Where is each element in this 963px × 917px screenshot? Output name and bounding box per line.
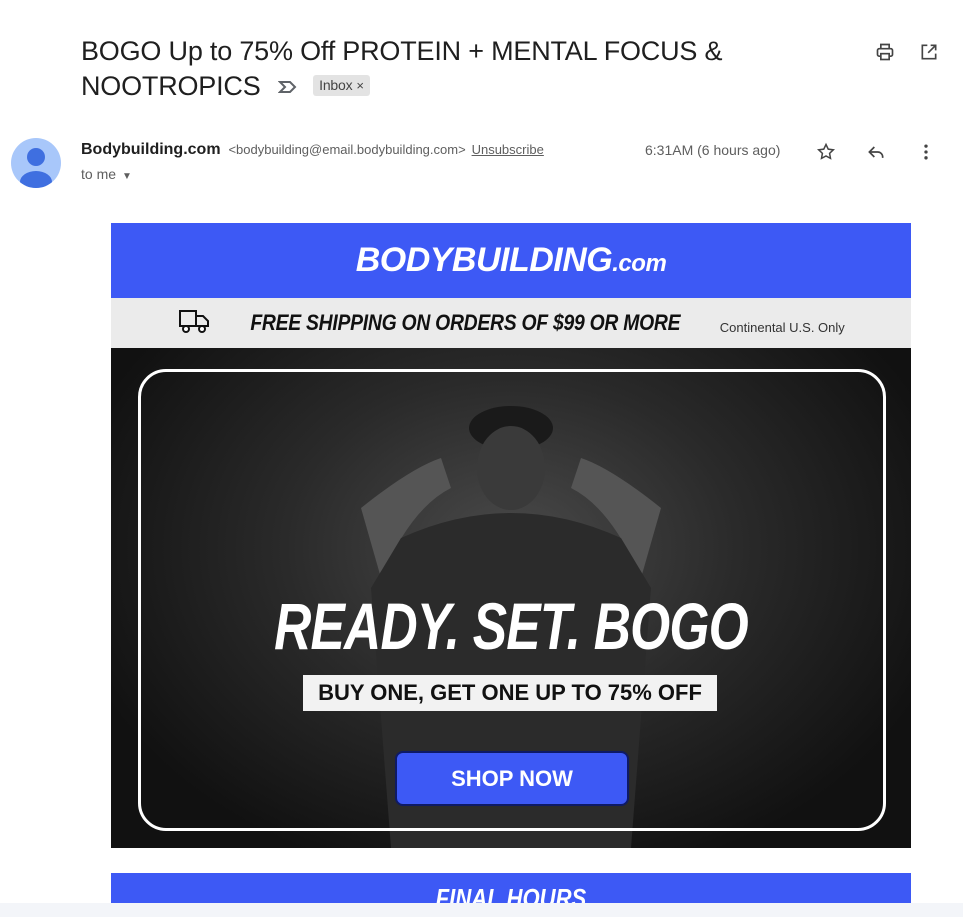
importance-marker-icon[interactable]: [277, 68, 298, 102]
final-hours-banner[interactable]: FINAL HOURS: [111, 873, 911, 903]
inbox-label-chip[interactable]: Inbox ×: [313, 75, 370, 96]
message-actions: [814, 140, 938, 164]
more-vert-icon[interactable]: [914, 140, 938, 164]
hero-title: READY. SET. BOGO: [274, 589, 749, 663]
inbox-label-text: Inbox: [319, 77, 353, 93]
delivery-truck-icon: [177, 307, 211, 340]
brand-header[interactable]: BODYBUILDING.com: [111, 223, 911, 298]
recipient-text: to me: [81, 166, 117, 182]
hero-banner[interactable]: READY. SET. BOGO BUY ONE, GET ONE UP TO …: [111, 348, 911, 848]
email-subject: BOGO Up to 75% Off PROTEIN + MENTAL FOCU…: [81, 34, 781, 103]
sender-avatar[interactable]: [11, 138, 61, 188]
recipient-details-toggle[interactable]: to me ▼: [81, 166, 132, 182]
sender-line: Bodybuilding.com <bodybuilding@email.bod…: [81, 141, 544, 159]
email-body: BODYBUILDING.com FREE SHIPPING ON ORDERS…: [111, 223, 911, 848]
sender-name[interactable]: Bodybuilding.com: [81, 141, 221, 158]
sender-email: <bodybuilding@email.bodybuilding.com>: [228, 142, 466, 157]
brand-suffix-text: .com: [612, 250, 667, 277]
brand-main-text: BODYBUILDING: [355, 241, 613, 279]
bodybuilding-logo: BODYBUILDING.com: [356, 241, 667, 280]
hero-subtitle: BUY ONE, GET ONE UP TO 75% OFF: [303, 675, 717, 711]
reply-icon[interactable]: [864, 140, 888, 164]
final-hours-text: FINAL HOURS: [435, 883, 587, 903]
bottom-strip: [0, 903, 963, 917]
message-time: 6:31AM (6 hours ago): [645, 142, 781, 158]
shop-now-button[interactable]: SHOP NOW: [395, 751, 629, 806]
shipping-note: Continental U.S. Only: [719, 319, 845, 335]
remove-label-icon[interactable]: ×: [356, 78, 364, 93]
unsubscribe-link[interactable]: Unsubscribe: [472, 142, 544, 157]
print-icon[interactable]: [873, 40, 897, 64]
open-in-new-window-icon[interactable]: [917, 40, 941, 64]
shipping-banner[interactable]: FREE SHIPPING ON ORDERS OF $99 OR MORE C…: [111, 298, 911, 348]
shipping-text: FREE SHIPPING ON ORDERS OF $99 OR MORE: [250, 310, 681, 335]
star-icon[interactable]: [814, 140, 838, 164]
chevron-down-icon: ▼: [122, 171, 132, 182]
subject-text: BOGO Up to 75% Off PROTEIN + MENTAL FOCU…: [81, 36, 723, 101]
thread-actions: [873, 40, 941, 64]
